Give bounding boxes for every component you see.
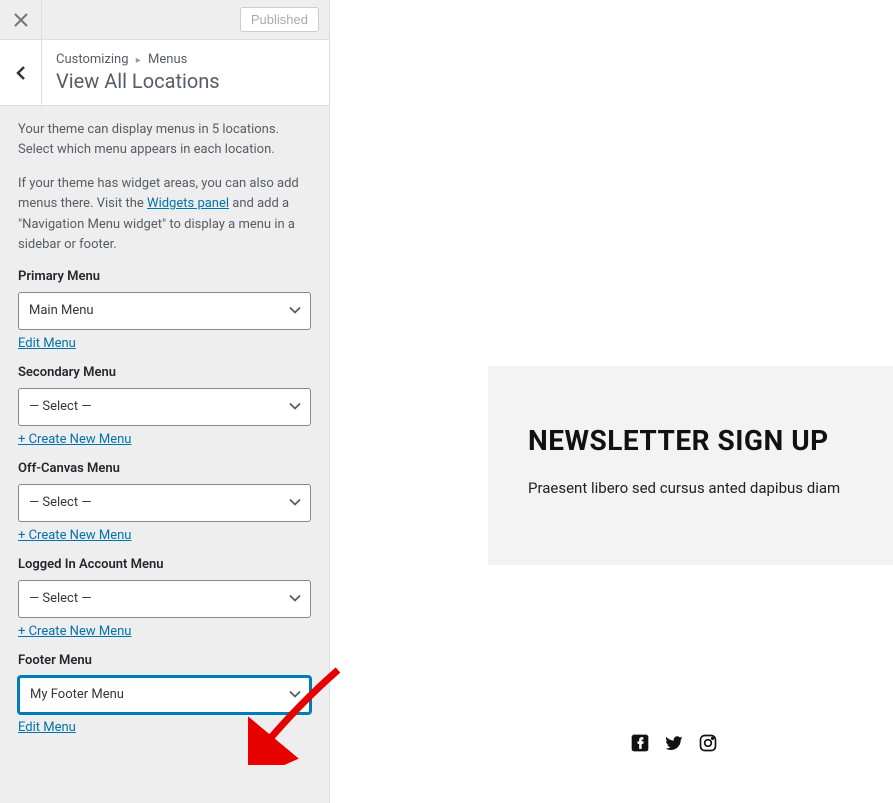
social-icons <box>630 733 718 753</box>
header-content: Customizing ▸ Menus View All Locations <box>42 40 329 105</box>
customizer-sidebar: Published Customizing ▸ Menus View All L… <box>0 0 330 803</box>
widgets-panel-link[interactable]: Widgets panel <box>147 196 229 211</box>
menu-location-select[interactable]: — Select — <box>18 484 311 522</box>
chevron-left-icon <box>15 65 27 81</box>
close-icon <box>14 13 28 27</box>
menu-location-group: Primary Menu Main Menu Edit Menu <box>18 269 311 351</box>
panel-body: Your theme can display menus in 5 locati… <box>0 106 329 803</box>
description-1: Your theme can display menus in 5 locati… <box>18 120 311 160</box>
menu-location-select[interactable]: — Select — <box>18 580 311 618</box>
top-bar: Published <box>0 0 329 40</box>
menu-location-select[interactable]: — Select — <box>18 388 311 426</box>
menu-location-label: Footer Menu <box>18 653 311 668</box>
menu-location-select[interactable]: My Footer Menu <box>18 676 311 714</box>
site-preview: NEWSLETTER SIGN UP Praesent libero sed c… <box>330 0 893 803</box>
newsletter-box: NEWSLETTER SIGN UP Praesent libero sed c… <box>488 366 893 565</box>
menu-location-label: Secondary Menu <box>18 365 311 380</box>
select-wrap: — Select — <box>18 388 311 426</box>
description-2: If your theme has widget areas, you can … <box>18 174 311 255</box>
breadcrumb-current: Menus <box>148 52 187 67</box>
page-title: View All Locations <box>56 69 315 93</box>
panel-header: Customizing ▸ Menus View All Locations <box>0 40 329 106</box>
edit-menu-link[interactable]: Edit Menu <box>18 336 76 351</box>
menu-location-label: Primary Menu <box>18 269 311 284</box>
menu-location-group: Footer Menu My Footer Menu Edit Menu <box>18 653 311 735</box>
create-new-menu-link[interactable]: + Create New Menu <box>18 624 131 639</box>
breadcrumb-parent: Customizing <box>56 52 129 67</box>
newsletter-subtitle: Praesent libero sed cursus anted dapibus… <box>528 479 853 497</box>
select-wrap: — Select — <box>18 484 311 522</box>
facebook-icon[interactable] <box>630 733 650 753</box>
newsletter-title: NEWSLETTER SIGN UP <box>528 424 853 457</box>
published-button[interactable]: Published <box>240 7 319 32</box>
select-wrap: My Footer Menu <box>18 676 311 714</box>
create-new-menu-link[interactable]: + Create New Menu <box>18 528 131 543</box>
menu-location-group: Off-Canvas Menu — Select — + Create New Me… <box>18 461 311 543</box>
instagram-icon[interactable] <box>698 733 718 753</box>
menu-location-group: Logged In Account Menu — Select — + Create… <box>18 557 311 639</box>
create-new-menu-link[interactable]: + Create New Menu <box>18 432 131 447</box>
back-button[interactable] <box>0 40 42 105</box>
menu-location-select[interactable]: Main Menu <box>18 292 311 330</box>
menu-location-label: Off-Canvas Menu <box>18 461 311 476</box>
select-wrap: — Select — <box>18 580 311 618</box>
edit-menu-link[interactable]: Edit Menu <box>18 720 76 735</box>
select-wrap: Main Menu <box>18 292 311 330</box>
twitter-icon[interactable] <box>664 733 684 753</box>
breadcrumb-separator-icon: ▸ <box>136 55 141 66</box>
close-button[interactable] <box>0 0 42 40</box>
breadcrumb: Customizing ▸ Menus <box>56 52 315 67</box>
menu-location-group: Secondary Menu — Select — + Create New Men… <box>18 365 311 447</box>
menu-location-label: Logged In Account Menu <box>18 557 311 572</box>
